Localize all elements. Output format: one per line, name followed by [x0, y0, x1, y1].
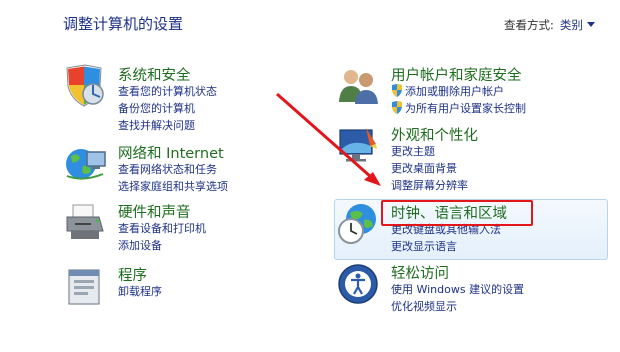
annotation-arrow-icon	[276, 92, 381, 186]
